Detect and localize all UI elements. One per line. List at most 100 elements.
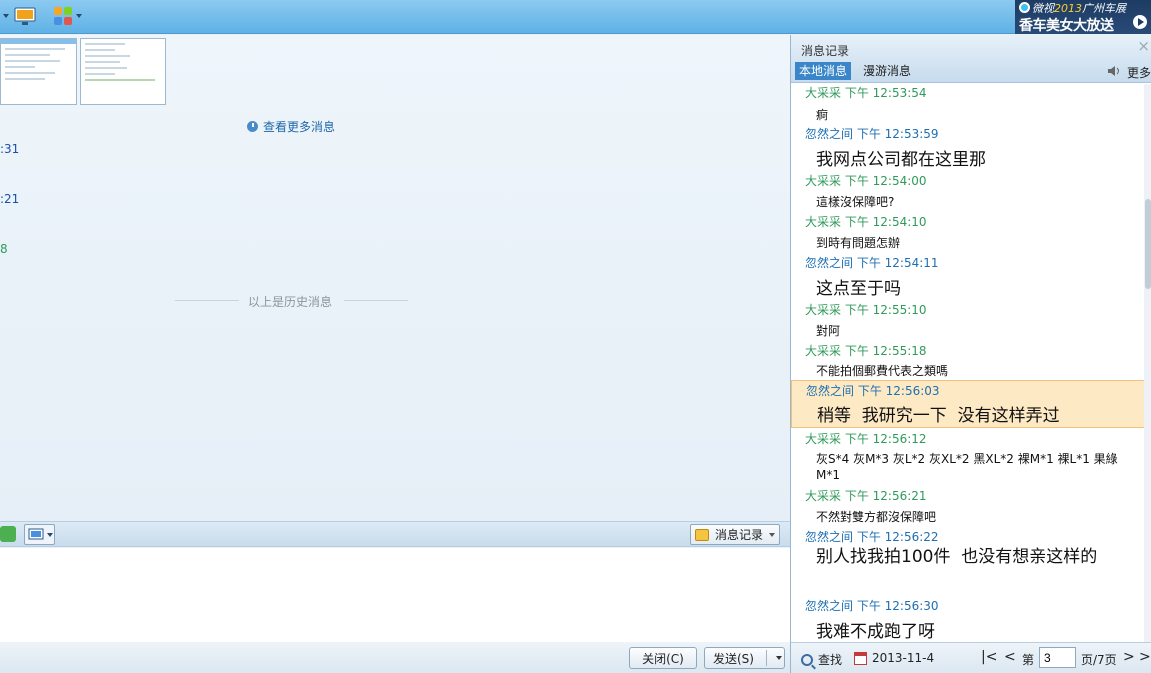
chevron-down-icon <box>769 532 776 537</box>
caret-button[interactable] <box>0 4 9 28</box>
list-item: 忽然之间 下午 12:56:22 别人找我拍100件 也没有想亲这样的 <box>791 528 1146 597</box>
message-header: 大采采 下午 12:56:21 <box>805 489 927 503</box>
image-thumbnail[interactable] <box>80 38 166 105</box>
ad-line-2: 香车美女大放送 <box>1019 18 1114 34</box>
chevron-down-icon[interactable] <box>776 656 782 660</box>
list-item: 大采采 下午 12:55:18 不能拍個郵費代表之類嗎 <box>791 342 1146 381</box>
message-header: 大采采 下午 12:55:18 <box>805 344 927 358</box>
message-text: 痾 <box>816 108 829 122</box>
message-record-icon <box>695 528 709 541</box>
tab-roaming-messages[interactable]: 漫游消息 <box>859 62 915 80</box>
more-button[interactable]: 更多 <box>1127 64 1151 81</box>
message-text: 灰S*4 灰M*3 灰L*2 灰XL*2 黑XL*2 裸M*1 裸L*1 果綠M… <box>816 452 1118 482</box>
list-item: 大采采 下午 12:53:54 痾 <box>791 84 1146 125</box>
message-text: 到時有問題怎辦 <box>816 236 901 250</box>
weishi-logo-icon <box>1019 2 1030 13</box>
calendar-icon <box>854 651 867 665</box>
send-button-label: 发送(S) <box>713 651 754 666</box>
message-header: 忽然之间 下午 12:54:11 <box>805 256 939 270</box>
view-more-label: 查看更多消息 <box>263 120 336 134</box>
message-text: 稍等 我研究一下 没有这样弄过 <box>817 406 1060 426</box>
message-header: 忽然之间 下午 12:56:22 <box>805 530 939 544</box>
message-header: 大采采 下午 12:53:54 <box>805 86 927 100</box>
message-text: 對阿 <box>816 324 841 338</box>
message-text: 這樣沒保障吧? <box>816 195 895 209</box>
history-scrollbar[interactable] <box>1144 84 1151 642</box>
message-text: 我网点公司都在这里那 <box>816 150 986 170</box>
page-total: 页/7页 <box>1081 653 1117 667</box>
speaker-icon[interactable] <box>1107 65 1121 77</box>
history-message-list: 大采采 下午 12:53:54 痾 忽然之间 下午 12:53:59 我网点公司… <box>791 84 1146 642</box>
history-footer: 查找 2013-11-4 |< < 第 页/7页 > >| <box>791 642 1151 673</box>
tab-local-messages[interactable]: 本地消息 <box>795 62 852 80</box>
last-page-icon[interactable]: >| <box>1139 649 1151 665</box>
top-toolbar: 微视2013广州车展 香车美女大放送 <box>0 0 1151 34</box>
emoji-icon[interactable] <box>0 526 16 542</box>
history-tabs: 本地消息 漫游消息 更多 <box>791 61 1151 83</box>
first-page-icon[interactable]: |< <box>981 649 997 665</box>
next-page-icon[interactable]: > <box>1123 649 1135 665</box>
page-number-input[interactable] <box>1039 647 1076 668</box>
message-text: 我难不成跑了呀 <box>816 622 935 642</box>
search-label: 查找 <box>818 653 843 667</box>
ad-event: 广州车展 <box>1082 2 1126 15</box>
date-value: 2013-11-4 <box>872 651 935 665</box>
message-header: 忽然之间 下午 12:56:30 <box>805 599 939 613</box>
message-header: 忽然之间 下午 12:56:03 <box>806 384 940 398</box>
message-text: 别人找我拍100件 也没有想亲这样的 <box>816 547 1098 567</box>
chevron-down-icon <box>47 532 53 537</box>
history-divider: 以上是历史消息 <box>175 293 420 309</box>
message-record-button[interactable]: 消息记录 <box>690 524 780 545</box>
list-item-highlighted: 忽然之间 下午 12:56:03 稍等 我研究一下 没有这样弄过 <box>791 380 1146 428</box>
date-picker[interactable]: 2013-11-4 <box>854 651 934 665</box>
chevron-down-icon <box>76 14 82 18</box>
list-item: 大采采 下午 12:55:10 對阿 <box>791 301 1146 342</box>
send-bar: 关闭(C) 发送(S) <box>0 642 790 673</box>
message-input[interactable] <box>0 548 790 642</box>
send-button[interactable]: 发送(S) <box>704 647 785 669</box>
message-time: :21 <box>0 192 20 206</box>
image-thumbnail[interactable] <box>0 38 77 105</box>
search-button[interactable]: 查找 <box>801 651 842 668</box>
message-text: 这点至于吗 <box>816 279 901 299</box>
chat-area: 查看更多消息 :31 :21 8 以上是历史消息 <box>0 35 790 521</box>
ad-banner[interactable]: 微视2013广州车展 香车美女大放送 <box>1015 0 1151 34</box>
message-history-panel: 消息记录 × 本地消息 漫游消息 更多 大采采 下午 12:53:54 痾 忽然… <box>790 35 1151 673</box>
scrollbar-thumb[interactable] <box>1145 199 1151 289</box>
message-time: 8 <box>0 242 8 256</box>
list-item: 忽然之间 下午 12:54:11 这点至于吗 <box>791 254 1146 301</box>
app-grid-icon <box>54 7 72 25</box>
history-divider-label: 以上是历史消息 <box>248 295 333 309</box>
close-button[interactable]: 关闭(C) <box>629 647 697 669</box>
view-more-messages-link[interactable]: 查看更多消息 <box>247 118 335 135</box>
history-title-bar: 消息记录 × <box>791 35 1151 61</box>
message-text: 不然對雙方都沒保障吧 <box>816 510 937 524</box>
close-button-label: 关闭(C) <box>642 651 684 666</box>
message-time: :31 <box>0 142 20 156</box>
chevron-down-icon <box>3 14 9 18</box>
search-icon <box>801 653 813 666</box>
message-header: 忽然之间 下午 12:53:59 <box>805 127 939 141</box>
ad-year: 2013 <box>1054 2 1082 15</box>
message-text: 不能拍個郵費代表之類嗎 <box>816 364 949 378</box>
list-item: 大采采 下午 12:56:12 灰S*4 灰M*3 灰L*2 灰XL*2 黑XL… <box>791 430 1146 487</box>
screenshot-button[interactable] <box>24 524 55 545</box>
prev-page-icon[interactable]: < <box>1004 649 1016 665</box>
screen-share-button[interactable] <box>14 4 36 28</box>
list-item: 忽然之间 下午 12:53:59 我网点公司都在这里那 <box>791 125 1146 172</box>
message-header: 大采采 下午 12:54:10 <box>805 215 927 229</box>
close-icon[interactable]: × <box>1137 39 1150 54</box>
list-item: 忽然之间 下午 12:56:30 我难不成跑了呀 <box>791 597 1146 642</box>
history-title: 消息记录 <box>801 44 850 58</box>
app-grid-button[interactable] <box>53 4 82 28</box>
play-icon[interactable] <box>1133 15 1147 29</box>
message-header: 大采采 下午 12:56:12 <box>805 432 927 446</box>
list-item: 大采采 下午 12:54:00 這樣沒保障吧? <box>791 172 1146 213</box>
monitor-icon <box>14 7 36 25</box>
ad-brand: 微视 <box>1032 2 1054 15</box>
message-header: 大采采 下午 12:55:10 <box>805 303 927 317</box>
message-record-label: 消息记录 <box>715 528 764 542</box>
screenshot-icon <box>28 528 44 539</box>
page-prefix: 第 <box>1022 653 1035 667</box>
ad-line-1: 微视2013广州车展 <box>1019 0 1126 16</box>
